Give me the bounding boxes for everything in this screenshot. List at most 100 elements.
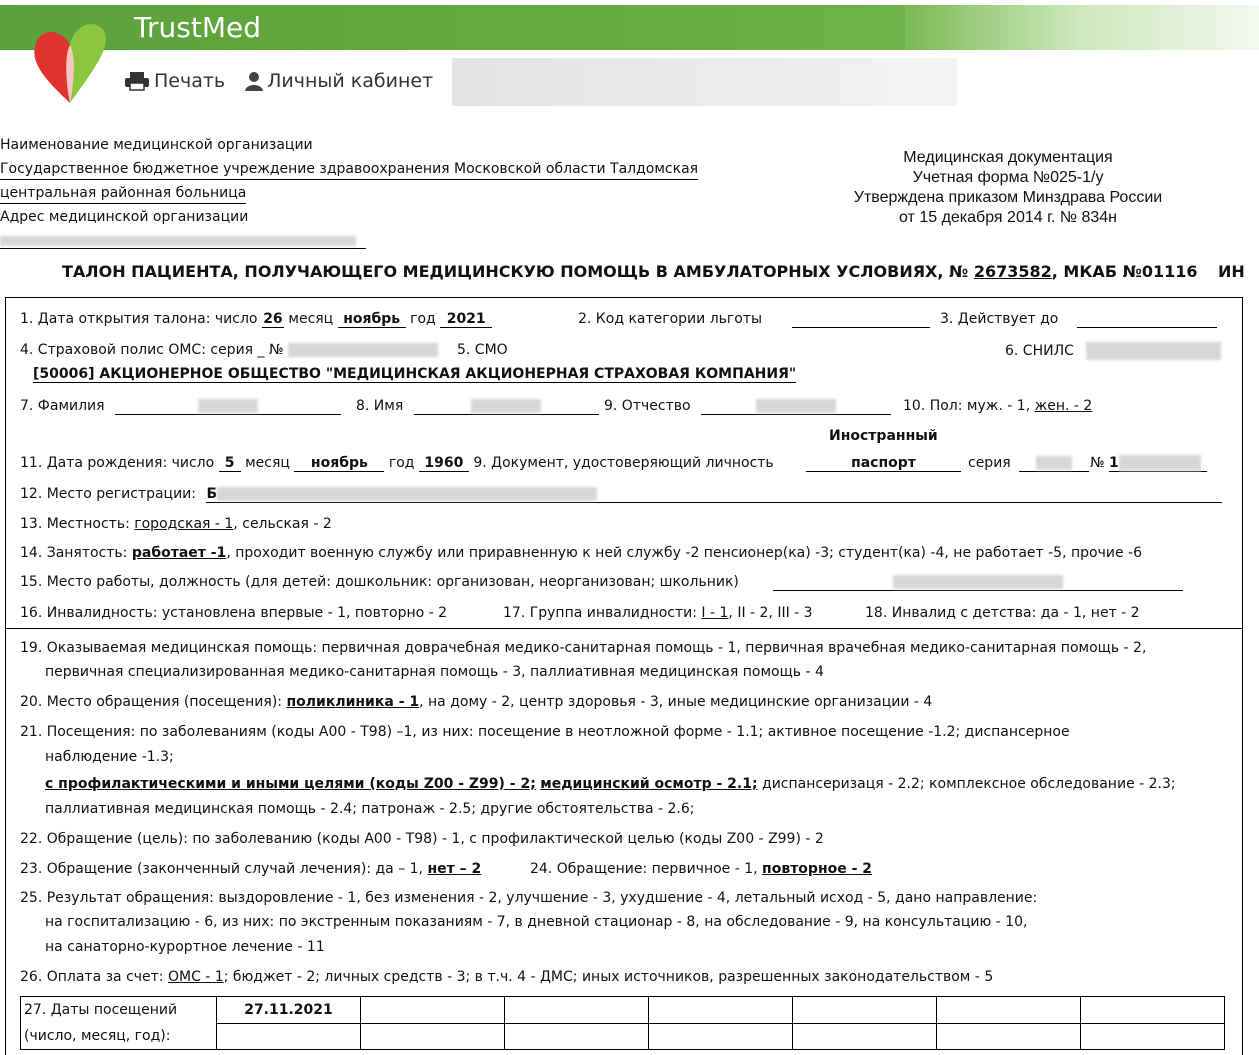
doc-type-line2: паспорт bbox=[806, 455, 961, 472]
visit-empty-cell bbox=[216, 1022, 361, 1050]
field-19-line1: 19. Оказываемая медицинская помощь: перв… bbox=[20, 640, 1147, 656]
field-7: 7. Фамилия bbox=[20, 398, 342, 415]
f1-year: 2021 bbox=[440, 311, 493, 328]
f17-selected: I - 1 bbox=[701, 605, 729, 621]
med-doc-line: Медицинская документация bbox=[903, 149, 1113, 166]
f26-rest: ; бюджет - 2; личных средств - 3; в т.ч.… bbox=[223, 969, 994, 985]
f3-value bbox=[1076, 311, 1217, 328]
form-section-divider bbox=[5, 628, 1243, 629]
visit-date-cell bbox=[504, 996, 649, 1024]
f11-year: 1960 bbox=[418, 455, 469, 472]
visit-date-cell bbox=[648, 996, 793, 1024]
f7-value bbox=[115, 398, 342, 415]
doc-num-start: 1 bbox=[1109, 455, 1119, 471]
med-doc-line: Учетная форма №025-1/у bbox=[912, 169, 1104, 186]
f13-rest: , сельская - 2 bbox=[233, 516, 332, 532]
med-doc-block: Медицинская документация Учетная форма №… bbox=[790, 148, 1226, 228]
f8-label: 8. Имя bbox=[356, 398, 404, 414]
med-doc-line: Утверждена приказом Минздрава России bbox=[853, 189, 1163, 206]
f14-rest: , проходит военную службу или приравненн… bbox=[226, 545, 1142, 561]
f2-value bbox=[792, 311, 931, 328]
f4-value bbox=[288, 343, 439, 357]
f23-selected: нет – 2 bbox=[427, 861, 482, 877]
f10-female: жен. - 2 bbox=[1034, 398, 1093, 414]
field-6: 6. СНИЛС bbox=[1005, 342, 1222, 360]
print-label: Печать bbox=[154, 70, 226, 92]
f27-label1: 27. Даты посещений bbox=[24, 1002, 178, 1018]
f12-label: 12. Место регистрации: bbox=[20, 486, 196, 502]
field-5: 5. СМО bbox=[457, 342, 508, 358]
brand-title: TrustMed bbox=[134, 11, 261, 44]
f3-label: 3. Действует до bbox=[940, 311, 1059, 327]
print-link[interactable]: Печать bbox=[124, 70, 225, 92]
org-name-line2: центральная районная больница bbox=[0, 183, 247, 204]
field-10: 10. Пол: муж. - 1, жен. - 2 bbox=[903, 398, 1092, 414]
field-3: 3. Действует до bbox=[940, 311, 1217, 328]
f14-label: 14. Занятость: bbox=[20, 545, 128, 561]
field-17: 17. Группа инвалидности: I - 1, II - 2, … bbox=[503, 605, 813, 621]
f15-label: 15. Место работы, должность (для детей: … bbox=[20, 574, 739, 590]
f21-rest: диспансеризаця - 2.2; комплексное обслед… bbox=[757, 776, 1176, 792]
f24-selected: повторное - 2 bbox=[762, 861, 873, 877]
blurred-header-area bbox=[452, 58, 957, 106]
org-name-label: Наименование медицинской организации bbox=[0, 137, 313, 153]
visit-dates-table: 27. Даты посещений (число, месяц, год): … bbox=[20, 996, 1225, 1050]
blurred-user-info bbox=[905, 5, 1259, 50]
title-prefix: ТАЛОН ПАЦИЕНТА, ПОЛУЧАЮЩЕГО МЕДИЦИНСКУЮ … bbox=[62, 262, 969, 281]
field-11: 11. Дата рождения: число 5 месяц ноябрь … bbox=[20, 455, 774, 472]
form-title: ТАЛОН ПАЦИЕНТА, ПОЛУЧАЮЩЕГО МЕДИЦИНСКУЮ … bbox=[62, 262, 1198, 281]
f12-start: Б bbox=[206, 486, 218, 502]
f4-num-label: № bbox=[269, 342, 284, 358]
f13-city: городская - 1 bbox=[134, 516, 234, 532]
f20-label: 20. Место обращения (посещения): bbox=[20, 694, 283, 710]
f6-value bbox=[1086, 342, 1222, 360]
trustmed-logo-icon[interactable] bbox=[30, 15, 110, 105]
printer-icon bbox=[125, 72, 149, 91]
doc-num-label: № bbox=[1090, 455, 1105, 471]
f14-selected: работает -1 bbox=[131, 545, 227, 561]
field-21-line2: наблюдение -1.3; bbox=[45, 749, 174, 765]
field-15: 15. Место работы, должность (для детей: … bbox=[20, 574, 1184, 591]
doc-number: № 1 bbox=[1090, 455, 1208, 472]
f5-value: [50006] АКЦИОНЕРНОЕ ОБЩЕСТВО "МЕДИЦИНСКА… bbox=[33, 366, 797, 383]
f1-month-label: месяц bbox=[288, 311, 334, 327]
f8-value bbox=[413, 398, 599, 415]
f1-year-label: год bbox=[410, 311, 436, 327]
f11-year-label: год bbox=[388, 455, 415, 471]
table-row: 27. Даты посещений (число, месяц, год): … bbox=[20, 996, 1225, 1050]
field-21-line3: с профилактическими и иными целями (коды… bbox=[45, 776, 1176, 792]
doc-number-value: 1 bbox=[1109, 455, 1208, 472]
personal-cabinet-link[interactable]: Личный кабинет bbox=[245, 70, 433, 92]
f20-rest: , на дому - 2, центр здоровья - 3, иные … bbox=[419, 694, 933, 710]
f26-selected: ОМС - 1 bbox=[167, 969, 224, 985]
f11-label: 11. Дата рождения: число bbox=[20, 455, 215, 471]
field-8: 8. Имя bbox=[356, 398, 599, 415]
field-23: 23. Обращение (законченный случай лечени… bbox=[20, 861, 481, 877]
f17-label: 17. Группа инвалидности: bbox=[503, 605, 697, 621]
field-4: 4. Страховой полис ОМС: серия _ № bbox=[20, 342, 439, 358]
f12-value: Б bbox=[206, 486, 1223, 503]
visit-empty-cell bbox=[936, 1022, 1081, 1050]
f7-label: 7. Фамилия bbox=[20, 398, 105, 414]
visit-empty-cell bbox=[360, 1022, 505, 1050]
smo-value: [50006] АКЦИОНЕРНОЕ ОБЩЕСТВО "МЕДИЦИНСКА… bbox=[33, 366, 797, 383]
f17-rest: , II - 2, III - 3 bbox=[728, 605, 813, 621]
mkab-number: , МКАБ №01116 bbox=[1051, 262, 1198, 281]
visit-empty-cell bbox=[504, 1022, 649, 1050]
doc-label: 9. Документ, удостоверяющий личность bbox=[473, 455, 774, 471]
doc-series-value bbox=[1019, 455, 1090, 472]
f21-selected-1: с профилактическими и иными целями (коды… bbox=[45, 776, 536, 792]
field-25-line2: на госпитализацию - 6, из них: по экстре… bbox=[45, 914, 1028, 930]
talon-number: 2673582 bbox=[973, 262, 1052, 281]
field-19-line2: первичная специализированная медико-сани… bbox=[45, 664, 824, 680]
title-in: ИН bbox=[1218, 262, 1245, 281]
user-icon bbox=[245, 72, 264, 91]
f26-label: 26. Оплата за счет: bbox=[20, 969, 164, 985]
field-20: 20. Место обращения (посещения): поликли… bbox=[20, 694, 932, 710]
f1-month: ноябрь bbox=[337, 311, 406, 328]
field-13: 13. Местность: городская - 1, сельская -… bbox=[20, 516, 332, 532]
f1-label: 1. Дата открытия талона: число bbox=[20, 311, 258, 327]
f2-label: 2. Код категории льготы bbox=[578, 311, 763, 327]
f4-label: 4. Страховой полис ОМС: серия bbox=[20, 342, 254, 358]
field-24: 24. Обращение: первичное - 1, повторное … bbox=[530, 861, 872, 877]
